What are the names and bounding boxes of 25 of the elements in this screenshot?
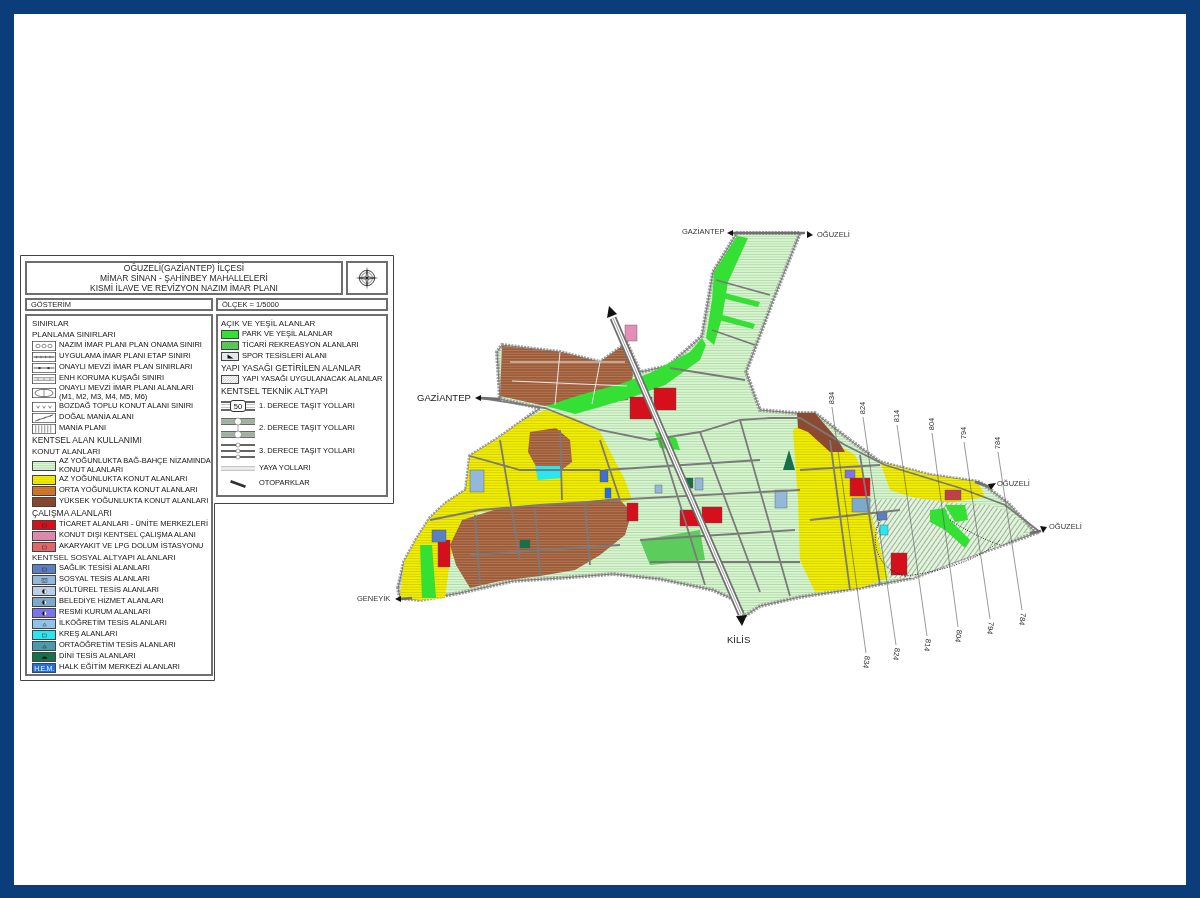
legend-heading: YAPI YASAĞI GETİRİLEN ALANLAR (221, 363, 361, 373)
road-symbol-icon (221, 417, 255, 439)
legend-heading: KENTSEL TEKNİK ALTYAPI (221, 386, 328, 396)
legend-subheading: KENTSEL SOSYAL ALTYAPI ALANLARI (32, 553, 176, 562)
place-label: KİLİS (727, 634, 751, 645)
boundary-symbol-icon (32, 340, 56, 351)
plan-title: OĞUZELİ(GAZİANTEP) İLÇESİ MİMAR SİNAN - ŞAHİNBEY MAHALLELERİ KISMİ İLAVE VE REVİZYON NAZIM İMAR PLANI (25, 261, 343, 295)
parking-symbol-icon (230, 478, 246, 488)
place-label: GAZİANTEP (417, 392, 471, 403)
legend-subheading: KONUT ALANLARI (32, 447, 101, 456)
boundary-symbol-icon (32, 412, 56, 423)
boundary-symbol-icon (32, 362, 56, 373)
legend-subheading: AÇIK VE YEŞİL ALANLAR (221, 319, 316, 328)
boundary-symbol-icon (32, 373, 56, 384)
legend-subheading: PLANLAMA SINIRLARI (32, 330, 116, 339)
boundary-symbol-icon (32, 423, 56, 434)
road-symbol-icon (221, 465, 255, 471)
boundary-symbol-icon (32, 401, 56, 412)
boundary-symbol-icon (32, 351, 56, 362)
color-swatch-icon (221, 375, 239, 384)
legend-heading: KENTSEL ALAN KULLANIMI (32, 435, 142, 445)
legend-subheading: SINIRLAR (32, 319, 69, 328)
road-symbol-icon (221, 442, 255, 460)
legend-heading: ÇALIŞMA ALANLARI (32, 508, 112, 518)
boundary-symbol-icon (32, 387, 56, 398)
